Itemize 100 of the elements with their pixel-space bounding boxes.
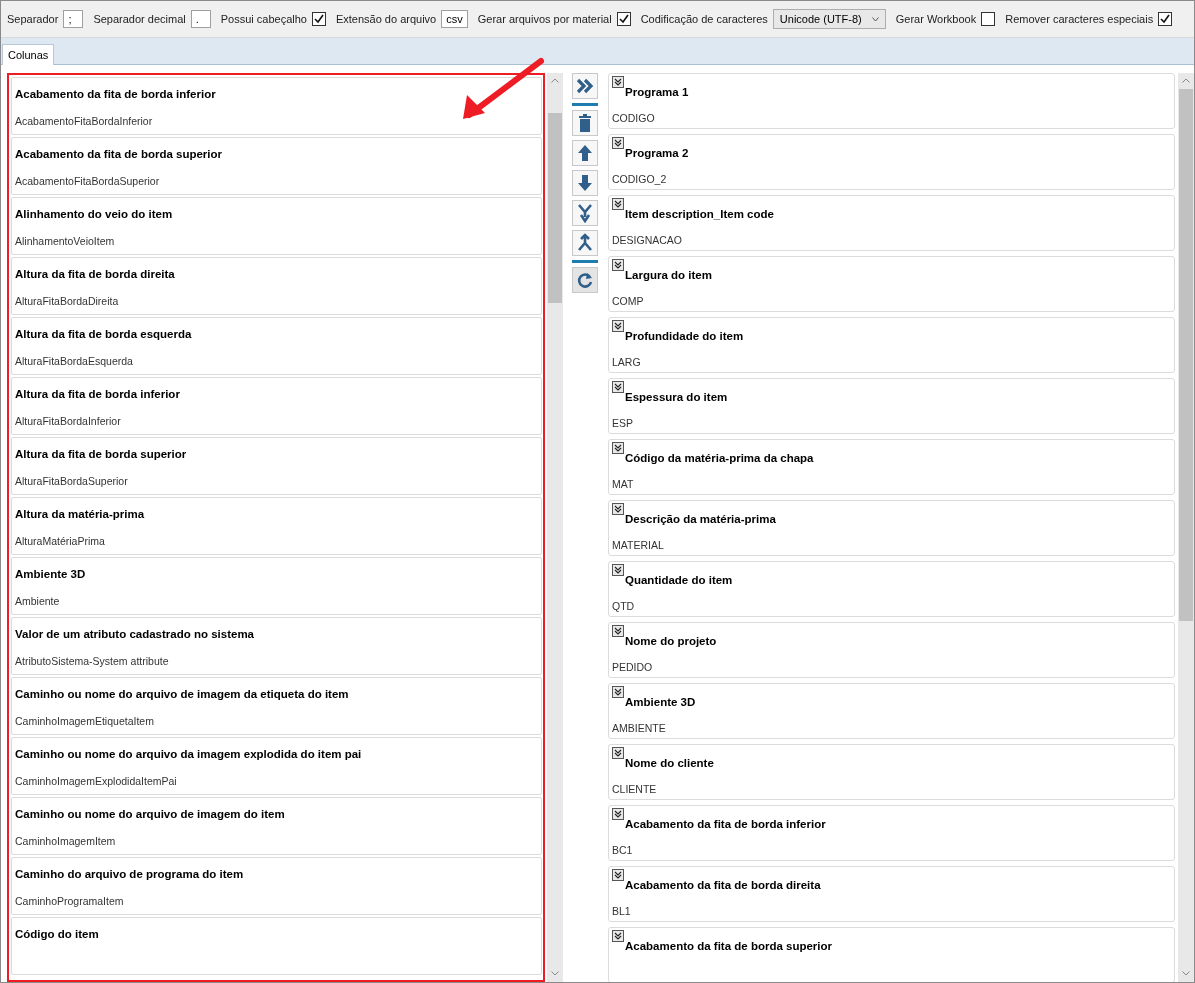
caret-down-icon[interactable] xyxy=(551,971,559,976)
double-chevron-down-icon xyxy=(614,139,622,147)
column-title: Ambiente 3D xyxy=(625,696,696,708)
expand-button[interactable] xyxy=(612,808,624,820)
column-title: Caminho ou nome do arquivo de imagem do item xyxy=(15,808,286,820)
expand-button[interactable] xyxy=(612,442,624,454)
double-chevron-down-icon xyxy=(614,261,622,269)
field-label: Gerar arquivos por material xyxy=(477,13,612,25)
column-item[interactable]: Acabamento da fita de borda superior AcabamentoFitaBordaSuperior xyxy=(11,137,542,195)
expand-button[interactable] xyxy=(612,686,624,698)
column-title: Caminho ou nome do arquivo da imagem explodida do item pai xyxy=(15,748,363,760)
expand-button[interactable] xyxy=(612,503,624,515)
checkbox[interactable] xyxy=(1158,12,1173,26)
column-item[interactable]: Altura da matéria-prima AlturaMatériaPrima xyxy=(11,497,542,555)
expand-button[interactable] xyxy=(612,747,624,759)
column-item[interactable]: Espessura do item ESP xyxy=(608,378,1175,434)
arrow-up-icon xyxy=(575,143,595,163)
caret-up-icon[interactable] xyxy=(551,78,559,83)
checkbox[interactable] xyxy=(616,12,631,26)
field-label: Separador decimal xyxy=(93,13,186,25)
expand-button[interactable] xyxy=(612,381,624,393)
scrollbar-thumb[interactable] xyxy=(548,113,562,303)
column-item[interactable]: Alinhamento do veio do item AlinhamentoVeioItem xyxy=(11,197,542,255)
move-down-button[interactable] xyxy=(572,170,598,196)
column-item[interactable]: Código do item xyxy=(11,917,542,975)
column-item[interactable]: Item description_Item code DESIGNACAO xyxy=(608,195,1175,251)
column-name: AlturaFitaBordaInferior xyxy=(15,415,122,427)
expand-button[interactable] xyxy=(612,259,624,271)
merge-arrows-icon xyxy=(575,203,595,223)
column-title: Programa 1 xyxy=(625,86,689,98)
expand-button[interactable] xyxy=(612,198,624,210)
input-field[interactable]: ; xyxy=(63,10,84,28)
checkbox[interactable] xyxy=(981,12,996,26)
scrollbar[interactable] xyxy=(1178,73,1194,982)
column-item[interactable]: Altura da fita de borda inferior AlturaFitaBordaInferior xyxy=(11,377,542,435)
column-title: Acabamento da fita de borda superior xyxy=(15,148,224,160)
column-item[interactable]: Caminho ou nome do arquivo de imagem da etiqueta do item CaminhoImagemEtiquetaItem xyxy=(11,677,542,735)
column-item[interactable]: Acabamento da fita de borda direita BL1 xyxy=(608,866,1175,922)
column-title: Código da matéria-prima da chapa xyxy=(625,452,814,464)
expand-button[interactable] xyxy=(612,869,624,881)
column-item[interactable]: Quantidade do item QTD xyxy=(608,561,1175,617)
column-item[interactable]: Nome do cliente CLIENTE xyxy=(608,744,1175,800)
column-item[interactable]: Programa 2 CODIGO_2 xyxy=(608,134,1175,190)
column-item[interactable]: Caminho ou nome do arquivo de imagem do item CaminhoImagemItem xyxy=(11,797,542,855)
column-item[interactable]: Programa 1 CODIGO xyxy=(608,73,1175,129)
column-item[interactable]: Descrição da matéria-prima MATERIAL xyxy=(608,500,1175,556)
column-title: Descrição da matéria-prima xyxy=(625,513,776,525)
move-up-button[interactable] xyxy=(572,140,598,166)
column-name: AcabamentoFitaBordaSuperior xyxy=(15,175,161,187)
expand-button[interactable] xyxy=(612,137,624,149)
column-item[interactable]: Ambiente 3D Ambiente xyxy=(11,557,542,615)
expand-button[interactable] xyxy=(612,564,624,576)
caret-down-icon[interactable] xyxy=(1182,971,1190,976)
column-title: Ambiente 3D xyxy=(15,568,87,580)
dropdown[interactable]: Unicode (UTF-8) xyxy=(772,9,886,29)
expand-button[interactable] xyxy=(612,930,624,942)
column-item[interactable]: Nome do projeto PEDIDO xyxy=(608,622,1175,678)
column-title: Valor de um atributo cadastrado no sistema xyxy=(15,628,255,640)
column-title: Alinhamento do veio do item xyxy=(15,208,174,220)
column-title: Largura do item xyxy=(625,269,712,281)
column-name: MAT xyxy=(612,478,635,490)
input-field[interactable]: csv xyxy=(441,10,468,28)
column-item[interactable]: Código da matéria-prima da chapa MAT xyxy=(608,439,1175,495)
scrollbar-thumb[interactable] xyxy=(1179,89,1193,621)
column-item[interactable]: Ambiente 3D AMBIENTE xyxy=(608,683,1175,739)
double-chevron-down-icon xyxy=(614,871,622,879)
caret-up-icon[interactable] xyxy=(1182,78,1190,83)
column-item[interactable]: Acabamento da fita de borda superior xyxy=(608,927,1175,982)
expand-button[interactable] xyxy=(612,625,624,637)
split-button[interactable] xyxy=(572,230,598,256)
column-item[interactable]: Altura da fita de borda superior AlturaFitaBordaSuperior xyxy=(11,437,542,495)
scrollbar[interactable] xyxy=(547,73,563,982)
column-item[interactable]: Acabamento da fita de borda inferior AcabamentoFitaBordaInferior xyxy=(11,77,542,135)
input-field[interactable]: . xyxy=(190,10,211,28)
column-title: Altura da fita de borda inferior xyxy=(15,388,181,400)
refresh-button[interactable] xyxy=(572,267,598,293)
column-name: ESP xyxy=(612,417,634,429)
column-item[interactable]: Acabamento da fita de borda inferior BC1 xyxy=(608,805,1175,861)
field-label: Remover caracteres especiais xyxy=(1005,13,1154,25)
merge-button[interactable] xyxy=(572,200,598,226)
column-name: AcabamentoFitaBordaInferior xyxy=(15,115,154,127)
double-chevron-down-icon xyxy=(614,688,622,696)
column-item[interactable]: Valor de um atributo cadastrado no sistema AtributoSistema-System attribute xyxy=(11,617,542,675)
checkbox[interactable] xyxy=(311,12,326,26)
column-title: Nome do cliente xyxy=(625,757,714,769)
field-label: Extensão do arquivo xyxy=(335,13,437,25)
column-item[interactable]: Largura do item COMP xyxy=(608,256,1175,312)
column-item[interactable]: Profundidade do item LARG xyxy=(608,317,1175,373)
column-name: CaminhoImagemEtiquetaItem xyxy=(15,715,155,727)
add-all-button[interactable] xyxy=(572,73,598,99)
column-title: Espessura do item xyxy=(625,391,728,403)
column-item[interactable]: Altura da fita de borda direita AlturaFitaBordaDireita xyxy=(11,257,542,315)
expand-button[interactable] xyxy=(612,76,624,88)
tab[interactable]: Colunas xyxy=(2,44,55,65)
column-item[interactable]: Caminho do arquivo de programa do item CaminhoProgramaItem xyxy=(11,857,542,915)
expand-button[interactable] xyxy=(612,320,624,332)
delete-button[interactable] xyxy=(572,110,598,136)
column-item[interactable]: Caminho ou nome do arquivo da imagem explodida do item pai CaminhoImagemExplodidaItemPai xyxy=(11,737,542,795)
column-item[interactable]: Altura da fita de borda esquerda AlturaFitaBordaEsquerda xyxy=(11,317,542,375)
column-name: CaminhoProgramaItem xyxy=(15,895,125,907)
